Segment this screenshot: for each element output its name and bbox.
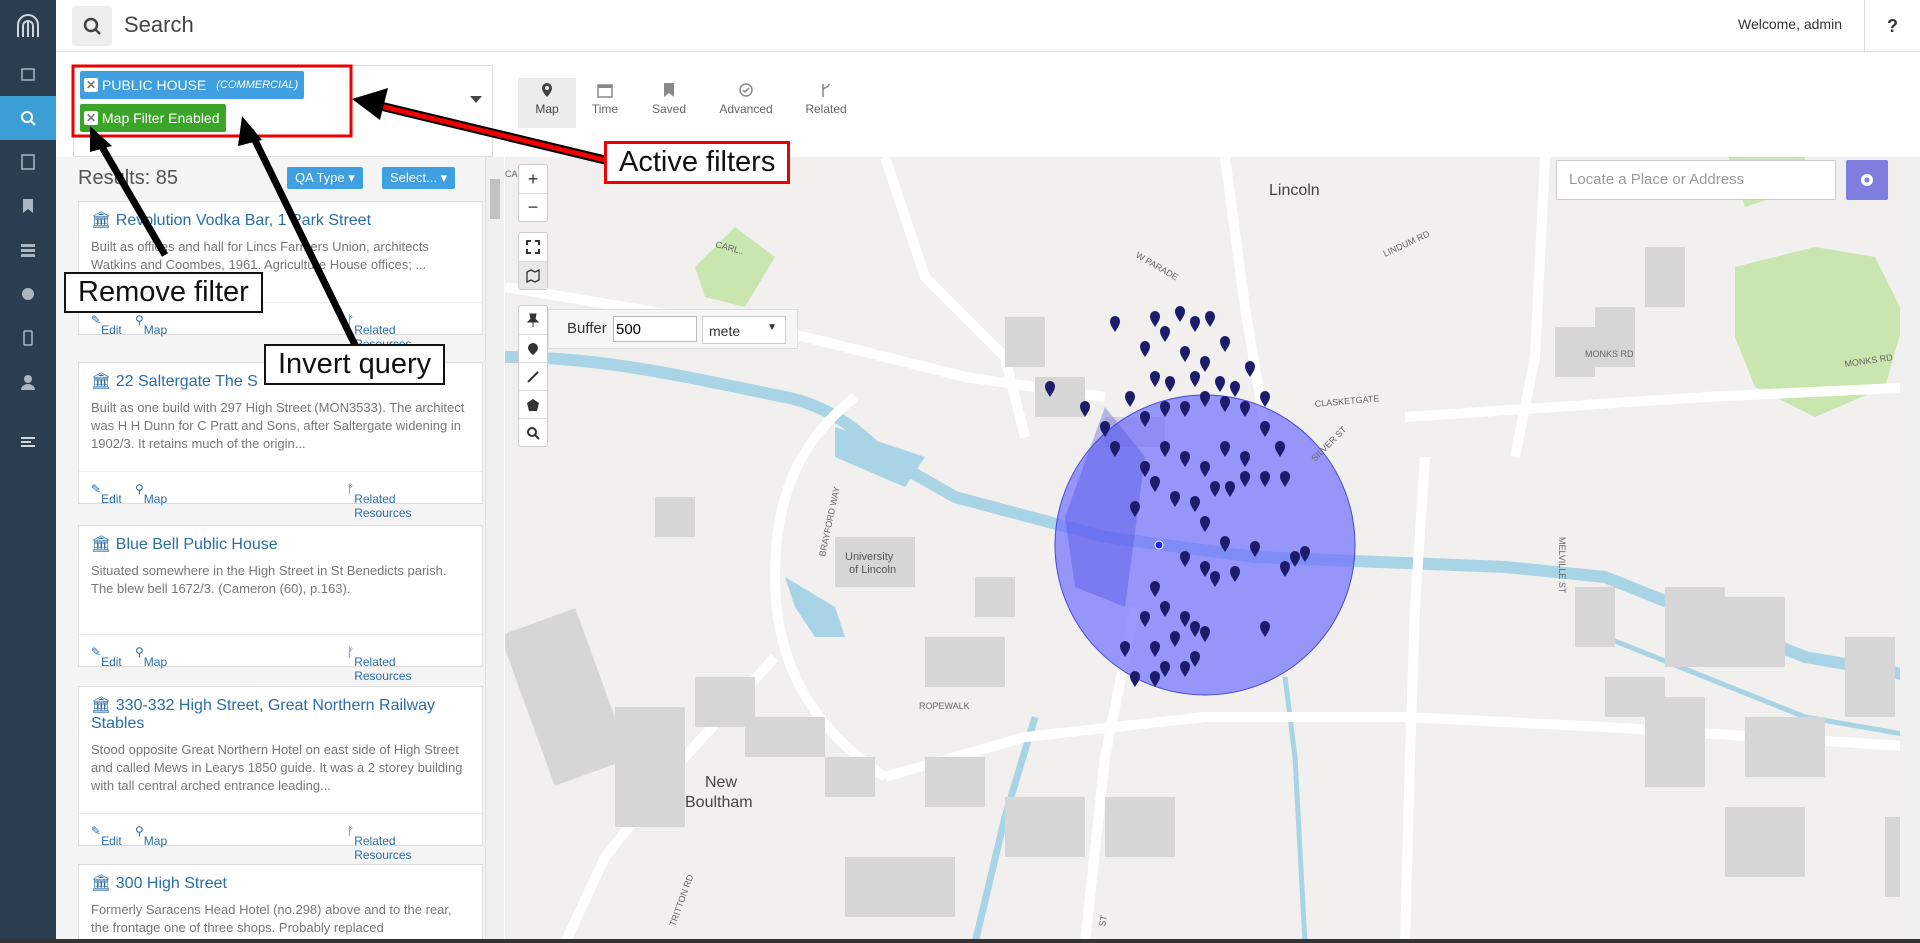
annotation-overlay bbox=[71, 64, 607, 347]
annotation-remove-filter: Remove filter bbox=[64, 272, 263, 313]
annotation-active-filters: Active filters bbox=[604, 141, 791, 184]
bottom-bar bbox=[0, 939, 1920, 943]
annotation-invert-query: Invert query bbox=[264, 344, 446, 385]
